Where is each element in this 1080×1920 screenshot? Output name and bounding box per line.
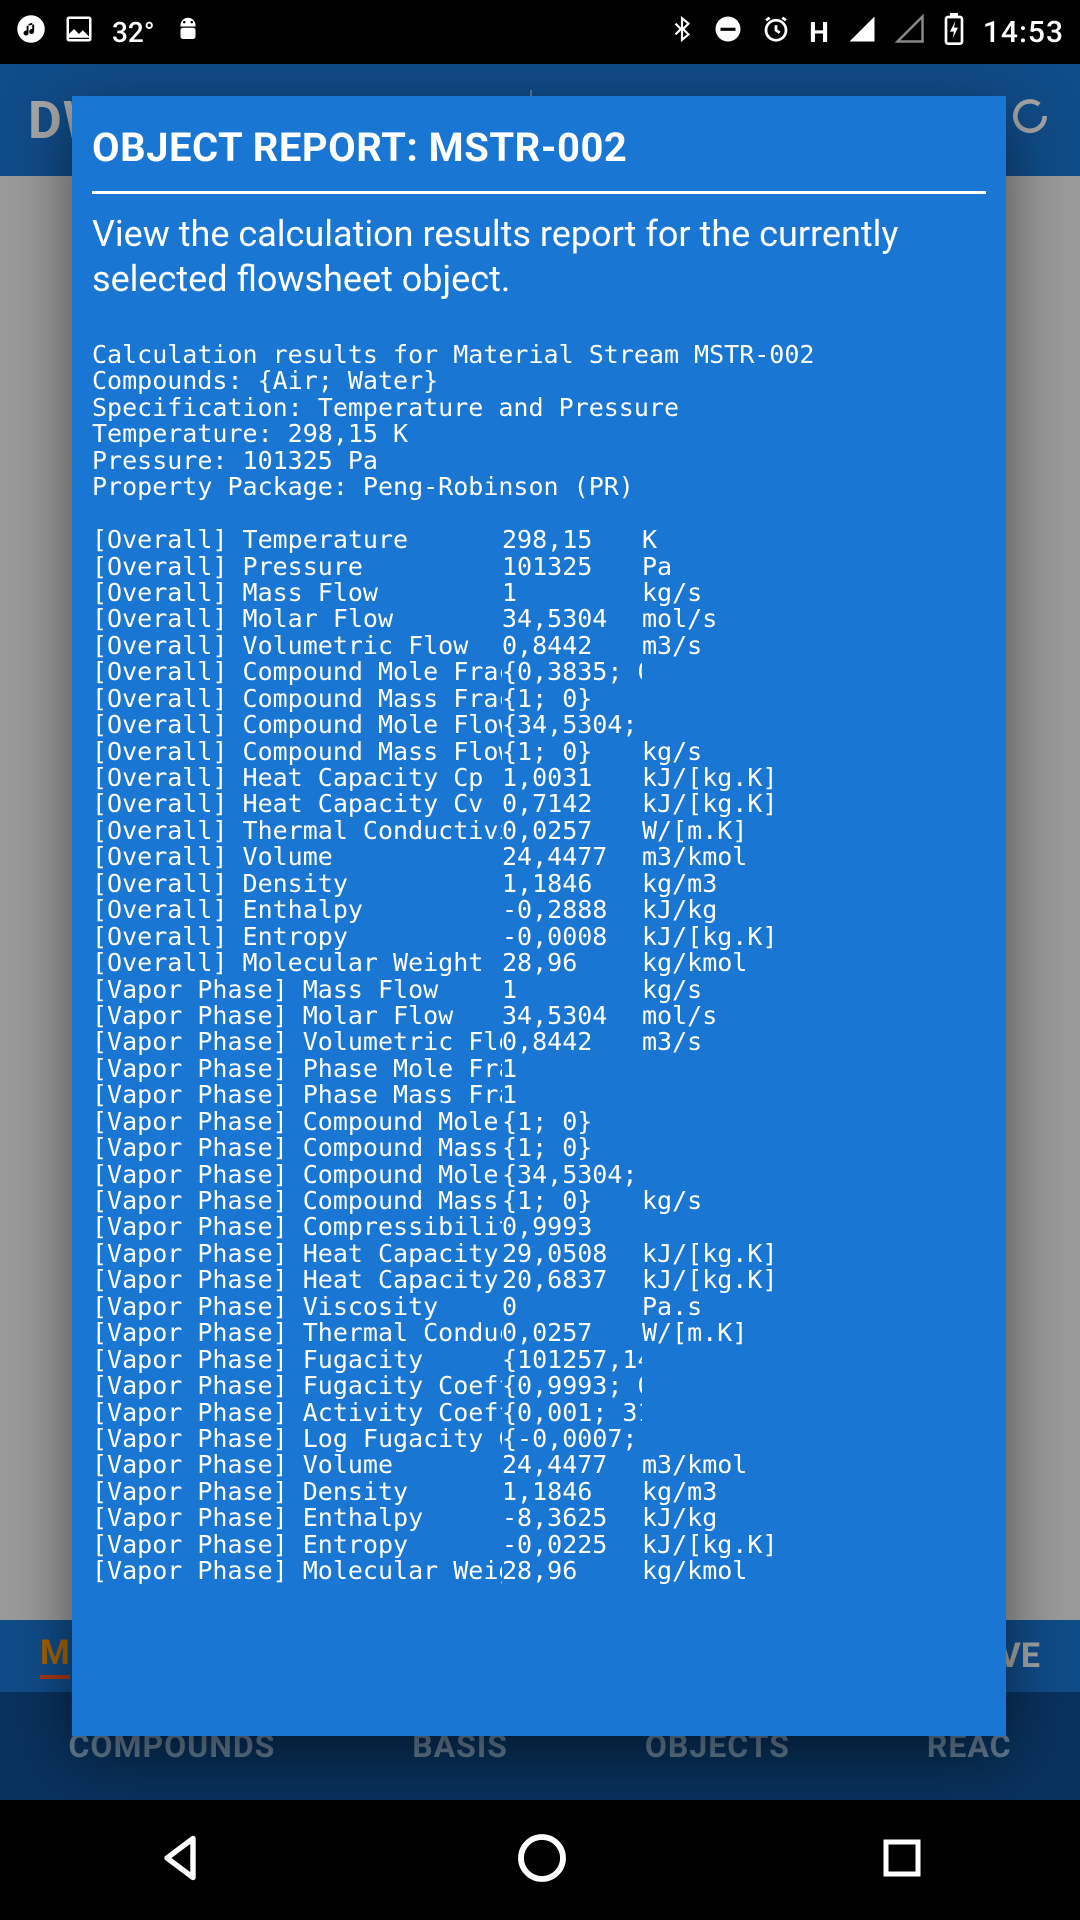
report-row: [Vapor Phase] Heat Capacity Cp29,0508kJ/…	[92, 1241, 986, 1267]
bluetooth-icon	[669, 14, 695, 51]
dialog-title: OBJECT REPORT: MSTR-002	[92, 124, 986, 194]
status-temperature: 32°	[112, 16, 155, 49]
report-row: [Vapor Phase] Molecular Weight28,96kg/km…	[92, 1558, 986, 1584]
signal-empty-icon	[895, 14, 925, 51]
status-left-group: 32°	[16, 14, 203, 51]
image-icon	[64, 14, 94, 51]
object-report-dialog: OBJECT REPORT: MSTR-002 View the calcula…	[72, 96, 1006, 1736]
report-row: [Overall] Compound Mole Flows{34,5304; 0…	[92, 712, 986, 738]
report-row: [Overall] Compound Mass Fractions{1; 0}	[92, 686, 986, 712]
report-row: [Vapor Phase] Viscosity0Pa.s	[92, 1294, 986, 1320]
report-row: [Vapor Phase] Compound Mole Fraction...{…	[92, 1109, 986, 1135]
report-row: [Overall] Molecular Weight28,96kg/kmol	[92, 950, 986, 976]
report-row: [Vapor Phase] Compound Mass Flows{1; 0}k…	[92, 1188, 986, 1214]
report-row: [Overall] Thermal Conductivity0,0257W/[m…	[92, 818, 986, 844]
android-nav-bar	[0, 1800, 1080, 1920]
report-row: [Vapor Phase] Molar Flow34,5304mol/s	[92, 1003, 986, 1029]
report-row: [Vapor Phase] Fugacity{101257,1427; 0} P…	[92, 1347, 986, 1373]
android-debug-icon	[173, 14, 203, 51]
report-row: [Overall] Enthalpy-0,2888kJ/kg	[92, 897, 986, 923]
report-row: [Overall] Volume24,4477m3/kmol	[92, 844, 986, 870]
report-row: [Vapor Phase] Mass Flow1kg/s	[92, 977, 986, 1003]
report-row: [Vapor Phase] Phase Mass Fraction1	[92, 1082, 986, 1108]
battery-charging-icon	[943, 13, 965, 52]
android-status-bar: 32° H 14:53	[0, 0, 1080, 64]
status-clock: 14:53	[983, 15, 1064, 50]
music-icon	[16, 14, 46, 51]
report-row: [Overall] Heat Capacity Cp1,0031kJ/[kg.K…	[92, 765, 986, 791]
report-header-line: Calculation results for Material Stream …	[92, 342, 986, 368]
status-right-group: H 14:53	[669, 13, 1064, 52]
report-row: [Overall] Compound Mole Fractions{0,3835…	[92, 659, 986, 685]
report-row: [Vapor Phase] Entropy-0,0225kJ/[kg.K]	[92, 1532, 986, 1558]
nav-recent-icon[interactable]	[878, 1834, 926, 1886]
report-row: [Vapor Phase] Volumetric Flow0,8442m3/s	[92, 1029, 986, 1055]
report-row: [Overall] Temperature298,15K	[92, 527, 986, 553]
report-row: [Vapor Phase] Volume24,4477m3/kmol	[92, 1452, 986, 1478]
app-surface: DWSIM M OVE COMPOUNDS BASIS OBJECTS REAC…	[0, 64, 1080, 1800]
nav-back-icon[interactable]	[154, 1832, 206, 1888]
network-type-indicator: H	[809, 16, 829, 49]
report-row: [Vapor Phase] Thermal Conductivity0,0257…	[92, 1320, 986, 1346]
report-header-line: Specification: Temperature and Pressure	[92, 395, 986, 421]
report-row: [Overall] Mass Flow1kg/s	[92, 580, 986, 606]
report-row: [Vapor Phase] Log Fugacity Coefficie...{…	[92, 1426, 986, 1452]
report-row: [Vapor Phase] Fugacity Coefficient{0,999…	[92, 1373, 986, 1399]
report-row: [Vapor Phase] Density1,1846kg/m3	[92, 1479, 986, 1505]
report-row: [Overall] Entropy-0,0008kJ/[kg.K]	[92, 924, 986, 950]
report-row: [Vapor Phase] Enthalpy-8,3625kJ/kg	[92, 1505, 986, 1531]
do-not-disturb-icon	[713, 14, 743, 51]
report-row: [Overall] Volumetric Flow0,8442m3/s	[92, 633, 986, 659]
dialog-subtitle: View the calculation results report for …	[92, 212, 986, 302]
report-header-line: Pressure: 101325 Pa	[92, 448, 986, 474]
report-row: [Vapor Phase] Compound Mass Fraction...{…	[92, 1135, 986, 1161]
report-header-line: Property Package: Peng-Robinson (PR)	[92, 474, 986, 500]
report-header-line: Compounds: {Air; Water}	[92, 368, 986, 394]
report-row: [Vapor Phase] Heat Capacity Cv20,6837kJ/…	[92, 1267, 986, 1293]
report-body[interactable]: Calculation results for Material Stream …	[92, 342, 986, 1585]
report-row: [Vapor Phase] Compound Mole Flows{34,530…	[92, 1162, 986, 1188]
report-row: [Overall] Molar Flow34,5304mol/s	[92, 606, 986, 632]
report-row: [Overall] Compound Mass Flows{1; 0}kg/s	[92, 739, 986, 765]
report-header-line: Temperature: 298,15 K	[92, 421, 986, 447]
nav-home-icon[interactable]	[514, 1830, 570, 1890]
report-row: [Overall] Density1,1846kg/m3	[92, 871, 986, 897]
report-row: [Overall] Heat Capacity Cv0,7142kJ/[kg.K…	[92, 791, 986, 817]
report-row: [Overall] Pressure101325Pa	[92, 554, 986, 580]
report-row: [Vapor Phase] Activity Coefficient{0,001…	[92, 1400, 986, 1426]
report-row: [Vapor Phase] Compressibility Factor0,99…	[92, 1214, 986, 1240]
report-row: [Vapor Phase] Phase Mole Fraction1	[92, 1056, 986, 1082]
signal-icon	[847, 14, 877, 51]
alarm-icon	[761, 14, 791, 51]
